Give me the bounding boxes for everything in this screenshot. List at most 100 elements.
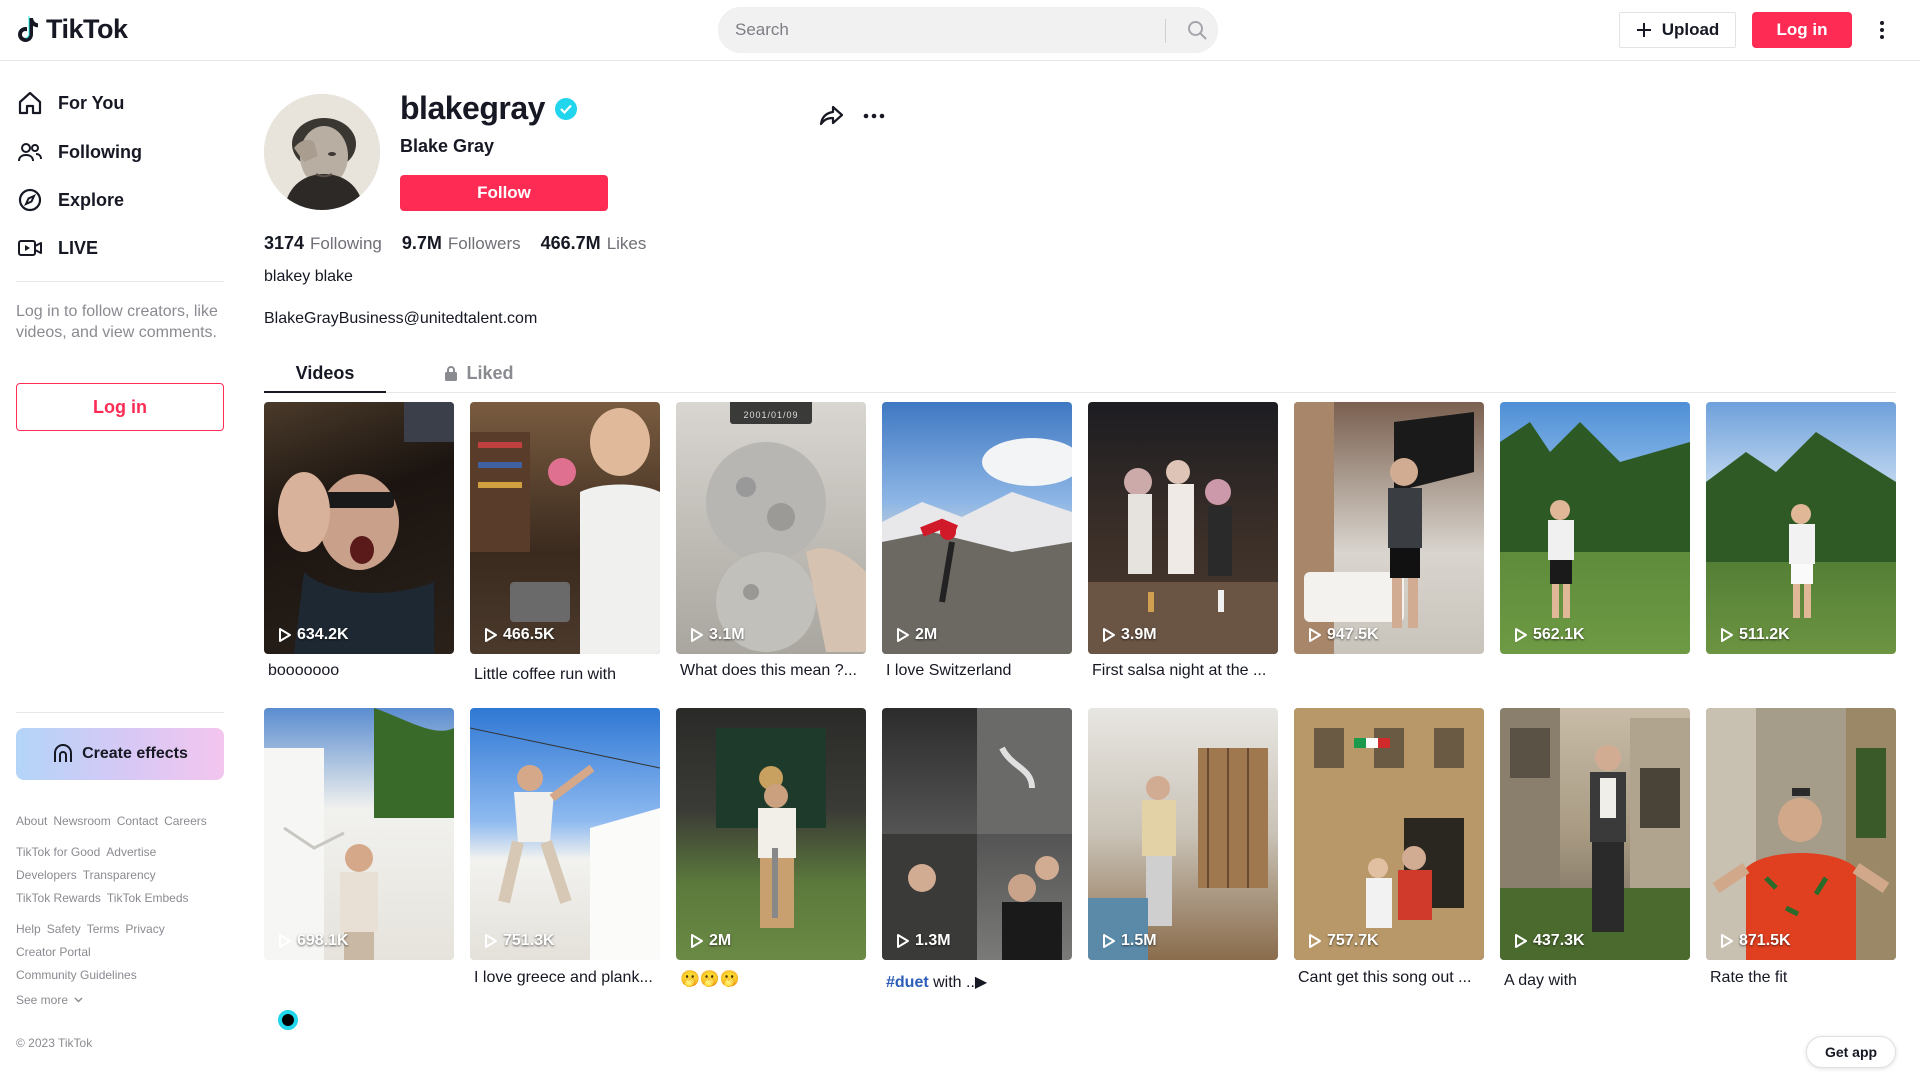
following-stat[interactable]: 3174 Following xyxy=(264,233,382,254)
link-careers[interactable]: Careers xyxy=(164,814,207,828)
video-caption[interactable]: Little coffee run with xyxy=(474,666,664,684)
link-community-guidelines[interactable]: Community Guidelines xyxy=(16,968,137,982)
search-icon xyxy=(1188,21,1207,40)
link-contact[interactable]: Contact xyxy=(117,814,158,828)
vertical-dots-icon xyxy=(1880,21,1884,39)
link-tiktok-embeds[interactable]: TikTok Embeds xyxy=(107,891,189,905)
get-app-button[interactable]: Get app xyxy=(1806,1036,1896,1068)
create-effects-button[interactable]: Create effects xyxy=(16,728,224,780)
see-more-label: See more xyxy=(16,993,69,1007)
link-developers[interactable]: Developers xyxy=(16,868,77,882)
video-caption[interactable]: I love Switzerland xyxy=(886,662,1076,680)
video-card[interactable]: 511.2K xyxy=(1706,402,1896,654)
play-icon xyxy=(691,934,703,948)
view-count: 871.5K xyxy=(1720,932,1791,950)
profile-stats: 3174 Following 9.7M Followers 466.7M Likes xyxy=(264,233,646,254)
video-card[interactable]: 437.3K xyxy=(1500,708,1690,960)
video-card[interactable]: 1.5M xyxy=(1088,708,1278,960)
footer-links-row: About Newsroom Contact Careers xyxy=(16,813,226,829)
plus-icon xyxy=(1636,23,1651,37)
follow-button[interactable]: Follow xyxy=(400,175,608,211)
search-bar xyxy=(718,7,1218,53)
video-card[interactable]: 757.7K xyxy=(1294,708,1484,960)
video-caption[interactable]: 🫢🫢🫢 xyxy=(680,969,870,989)
search-input[interactable] xyxy=(735,8,1155,52)
video-thumbnail xyxy=(1706,432,1896,618)
video-card[interactable]: 3.9M xyxy=(1088,402,1278,654)
logo-text: TikTok xyxy=(46,14,128,44)
video-caption[interactable]: A day with xyxy=(1504,972,1694,990)
tab-liked-label: Liked xyxy=(466,362,514,383)
video-thumbnail xyxy=(278,402,454,654)
tiktok-logo[interactable]: TikTok xyxy=(16,14,128,45)
link-transparency[interactable]: Transparency xyxy=(83,868,156,882)
video-card[interactable]: 562.1K xyxy=(1500,402,1690,654)
link-tiktok-rewards[interactable]: TikTok Rewards xyxy=(16,891,101,905)
link-help[interactable]: Help xyxy=(16,922,41,936)
video-card[interactable]: 2001/01/09 3.1M xyxy=(676,402,866,654)
more-menu-button[interactable] xyxy=(1870,14,1894,46)
footer-links-row: Developers Transparency xyxy=(16,867,226,883)
login-button[interactable]: Log in xyxy=(1752,12,1852,48)
video-thumbnail xyxy=(1294,402,1474,654)
upload-button[interactable]: Upload xyxy=(1619,12,1736,48)
video-card[interactable]: 466.5K xyxy=(470,402,660,654)
video-caption[interactable]: First salsa night at the ... xyxy=(1092,662,1282,680)
video-caption[interactable]: Rate the fit xyxy=(1710,969,1900,987)
video-caption[interactable]: booooooo xyxy=(268,662,458,680)
link-advertise[interactable]: Advertise xyxy=(106,845,156,859)
top-header: TikTok Upload Log in xyxy=(0,0,1920,61)
avatar[interactable] xyxy=(264,94,380,210)
share-icon[interactable] xyxy=(818,102,846,130)
sidebar-item-for-you[interactable]: For You xyxy=(16,83,124,123)
play-icon xyxy=(485,934,497,948)
video-card[interactable]: 634.2K xyxy=(264,402,454,654)
search-divider xyxy=(1165,19,1166,43)
link-safety[interactable]: Safety xyxy=(47,922,81,936)
effects-icon xyxy=(54,744,73,762)
view-count: 511.2K xyxy=(1720,626,1790,644)
video-card[interactable]: 871.5K xyxy=(1706,708,1896,960)
sidebar-item-label: Explore xyxy=(58,189,125,210)
view-count: 2M xyxy=(896,626,937,644)
followers-stat[interactable]: 9.7M Followers xyxy=(402,233,521,254)
video-card[interactable]: 2M xyxy=(676,708,866,960)
view-count: 757.7K xyxy=(1308,932,1379,950)
sidebar-login-button[interactable]: Log in xyxy=(16,383,224,431)
link-tiktok-for-good[interactable]: TikTok for Good xyxy=(16,845,100,859)
hashtag-link[interactable]: #duet xyxy=(886,974,929,991)
see-more-link[interactable]: See more xyxy=(16,992,226,1008)
tab-videos[interactable]: Videos xyxy=(264,353,386,393)
likes-label: Likes xyxy=(606,234,647,253)
view-count: 1.3M xyxy=(896,932,951,950)
home-icon xyxy=(16,89,44,117)
sidebar-item-explore[interactable]: Explore xyxy=(16,180,124,220)
more-options-icon[interactable] xyxy=(862,106,886,126)
footer-links-row: TikTok for Good Advertise xyxy=(16,844,226,860)
video-card[interactable]: 947.5K xyxy=(1294,402,1484,654)
video-card[interactable]: 698.1K xyxy=(264,708,454,960)
profile-tabs: Videos Liked xyxy=(264,353,1896,393)
link-creator-portal[interactable]: Creator Portal xyxy=(16,945,91,959)
view-count: 751.3K xyxy=(484,932,555,950)
sidebar-item-following[interactable]: Following xyxy=(16,132,142,172)
date-overlay: 2001/01/09 xyxy=(730,402,812,424)
video-caption[interactable]: #duet with ..▶ xyxy=(886,972,1076,992)
link-newsroom[interactable]: Newsroom xyxy=(53,814,110,828)
followers-count: 9.7M xyxy=(401,233,442,253)
tab-liked[interactable]: Liked xyxy=(418,353,540,393)
video-card[interactable]: 1.3M xyxy=(882,708,1072,960)
link-privacy[interactable]: Privacy xyxy=(125,922,164,936)
video-caption[interactable]: What does this mean ?... xyxy=(680,662,870,680)
link-terms[interactable]: Terms xyxy=(87,922,120,936)
play-icon xyxy=(1721,628,1733,642)
link-about[interactable]: About xyxy=(16,814,47,828)
search-button[interactable] xyxy=(1175,8,1219,52)
video-caption[interactable]: Cant get this song out ... xyxy=(1298,969,1488,987)
video-caption[interactable]: I love greece and plank... xyxy=(474,969,664,987)
sidebar-item-live[interactable]: LIVE xyxy=(16,228,98,268)
video-card[interactable]: 751.3K xyxy=(470,708,660,960)
profile-bio: blakey blake xyxy=(264,268,353,285)
sidebar-item-label: LIVE xyxy=(58,237,99,258)
video-card[interactable]: 2M xyxy=(882,402,1072,654)
